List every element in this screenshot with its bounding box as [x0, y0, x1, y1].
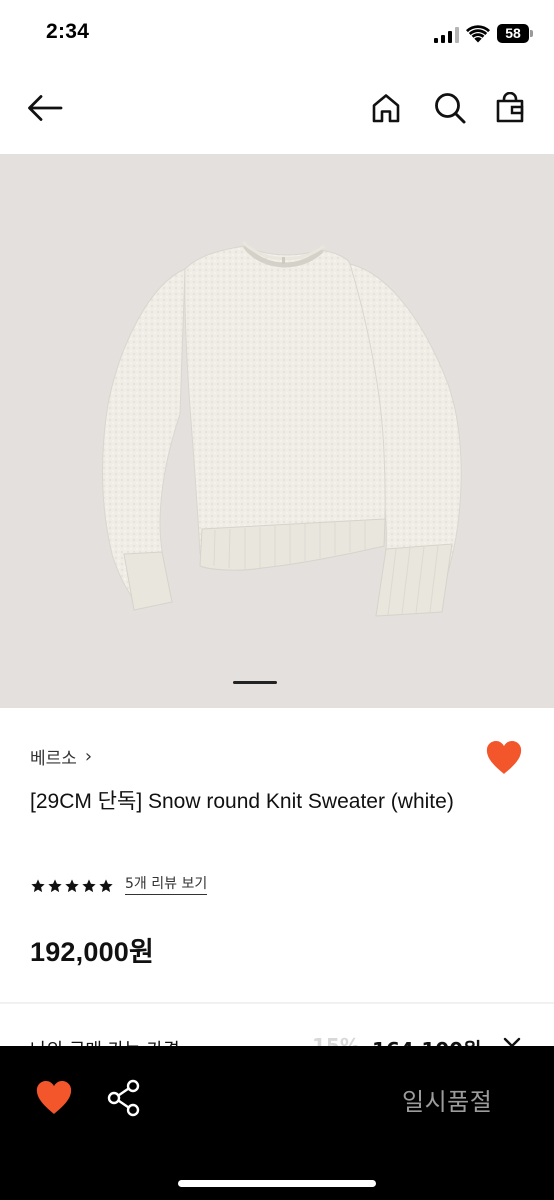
back-button[interactable] [25, 88, 65, 128]
search-icon [435, 93, 466, 124]
product-title: [29CM 단독] Snow round Knit Sweater (white… [30, 790, 454, 813]
bottom-wishlist-button[interactable] [34, 1078, 74, 1118]
chevron-right-icon: › [84, 746, 93, 767]
sold-out-button[interactable]: 일시품절 [402, 1082, 492, 1117]
brand-name: 베르소 [30, 749, 77, 769]
share-button[interactable] [104, 1078, 144, 1118]
star-icon [99, 878, 113, 892]
star-icon [65, 878, 79, 892]
star-icon [48, 878, 62, 892]
brand-link[interactable]: 베르소 › [30, 744, 92, 769]
status-time: 2:34 [46, 20, 90, 43]
star-icon [31, 878, 45, 892]
product-image [101, 240, 462, 617]
search-button[interactable] [430, 88, 470, 128]
product-image-carousel[interactable] [0, 154, 554, 708]
rating-row: 5개 리뷰 보기 [30, 876, 208, 895]
bottom-action-bar: 일시품절 [0, 1046, 554, 1200]
share-icon [107, 1079, 140, 1117]
home-button[interactable] [366, 88, 406, 128]
wifi-icon [466, 25, 490, 43]
home-indicator [178, 1180, 376, 1187]
divider [0, 1002, 554, 1004]
heart-icon [36, 1081, 72, 1114]
battery-icon: 58 [497, 24, 533, 43]
star-rating [30, 878, 114, 894]
carousel-indicator [233, 681, 277, 684]
wishlist-button[interactable] [484, 738, 524, 778]
shopping-bag-icon [496, 92, 524, 123]
star-icon [82, 878, 96, 892]
battery-level: 58 [505, 25, 521, 41]
home-icon [372, 94, 400, 123]
review-link[interactable]: 5개 리뷰 보기 [125, 876, 208, 895]
cart-button[interactable] [490, 88, 530, 128]
back-arrow-icon [28, 95, 63, 121]
status-bar: 2:34 58 [0, 0, 554, 66]
heart-icon [486, 741, 522, 774]
signal-icon [434, 27, 459, 43]
product-price: 192,000원 [30, 937, 155, 967]
nav-bar [0, 66, 554, 154]
